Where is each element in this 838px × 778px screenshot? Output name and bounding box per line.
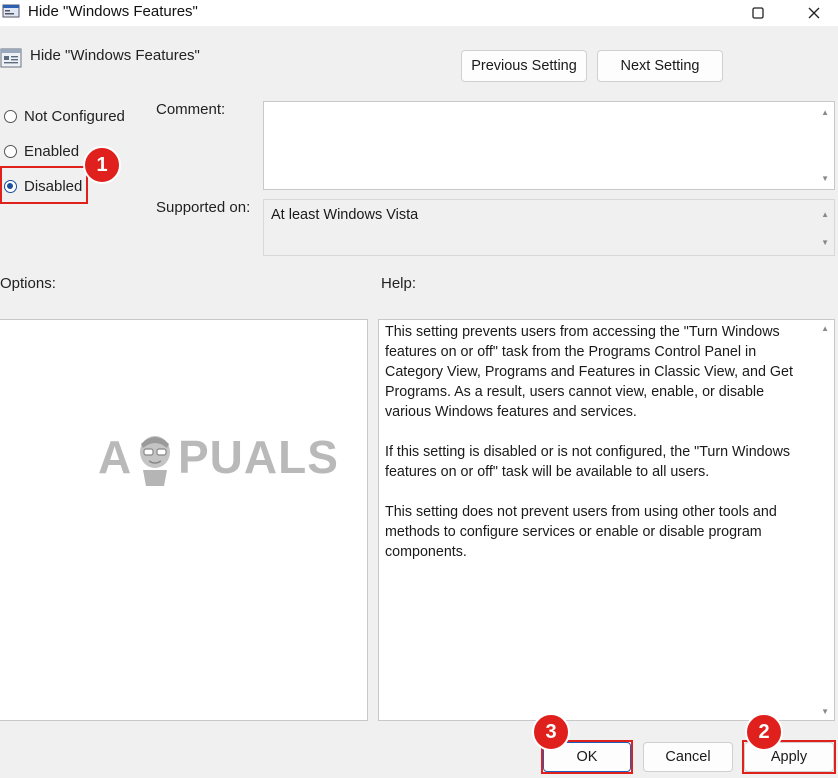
watermark-text: PUALS (178, 431, 339, 483)
options-pane (0, 319, 368, 721)
radio-button[interactable] (4, 145, 17, 158)
comment-textarea[interactable]: ▲ ▼ (263, 101, 835, 190)
close-button[interactable] (786, 0, 838, 26)
close-icon (808, 7, 820, 19)
scroll-down-icon[interactable]: ▼ (821, 174, 829, 183)
policy-window-icon (2, 4, 20, 18)
radio-label: Not Configured (24, 108, 125, 125)
supported-on-label: Supported on: (156, 199, 251, 216)
radio-not-configured[interactable]: Not Configured (4, 108, 125, 125)
radio-label: Enabled (24, 143, 80, 160)
help-text: This setting prevents users from accessi… (385, 322, 808, 582)
previous-setting-button[interactable]: Previous Setting (461, 50, 587, 82)
scroll-down-icon[interactable]: ▼ (821, 238, 829, 247)
policy-title: Hide "Windows Features" (30, 47, 200, 64)
help-paragraph: This setting does not prevent users from… (385, 504, 777, 560)
scroll-up-icon[interactable]: ▲ (821, 210, 829, 219)
maximize-button[interactable] (730, 0, 786, 26)
cancel-button[interactable]: Cancel (643, 742, 733, 772)
help-label: Help: (381, 275, 417, 292)
help-paragraph: This setting prevents users from accessi… (385, 324, 793, 420)
appuals-watermark: A PUALS (98, 430, 338, 490)
comment-label: Comment: (156, 101, 226, 118)
step-badge-1: 1 (83, 146, 121, 184)
scroll-up-icon[interactable]: ▲ (821, 324, 829, 333)
maximize-icon (752, 7, 764, 19)
radio-enabled[interactable]: Enabled (4, 143, 79, 160)
minimize-button[interactable]: — (666, 0, 722, 26)
help-paragraph: If this setting is disabled or is not co… (385, 444, 791, 480)
watermark-letter: A (98, 431, 133, 483)
supported-on-value: At least Windows Vista (271, 207, 419, 223)
title-bar: Hide "Windows Features" — (0, 0, 838, 26)
next-setting-button[interactable]: Next Setting (597, 50, 723, 82)
options-label: Options: (0, 275, 56, 292)
highlight-disabled (0, 166, 88, 204)
scroll-up-icon[interactable]: ▲ (821, 108, 829, 117)
scroll-down-icon[interactable]: ▼ (821, 707, 829, 716)
policy-setting-icon (0, 48, 22, 68)
help-pane: This setting prevents users from accessi… (378, 319, 835, 721)
window-title: Hide "Windows Features" (28, 3, 198, 20)
step-badge-2: 2 (745, 713, 783, 751)
minimize-icon: — (688, 6, 700, 20)
mascot-logo-icon (140, 436, 170, 486)
step-badge-3: 3 (532, 713, 570, 751)
radio-button[interactable] (4, 110, 17, 123)
supported-on-field: At least Windows Vista ▲ ▼ (263, 199, 835, 256)
